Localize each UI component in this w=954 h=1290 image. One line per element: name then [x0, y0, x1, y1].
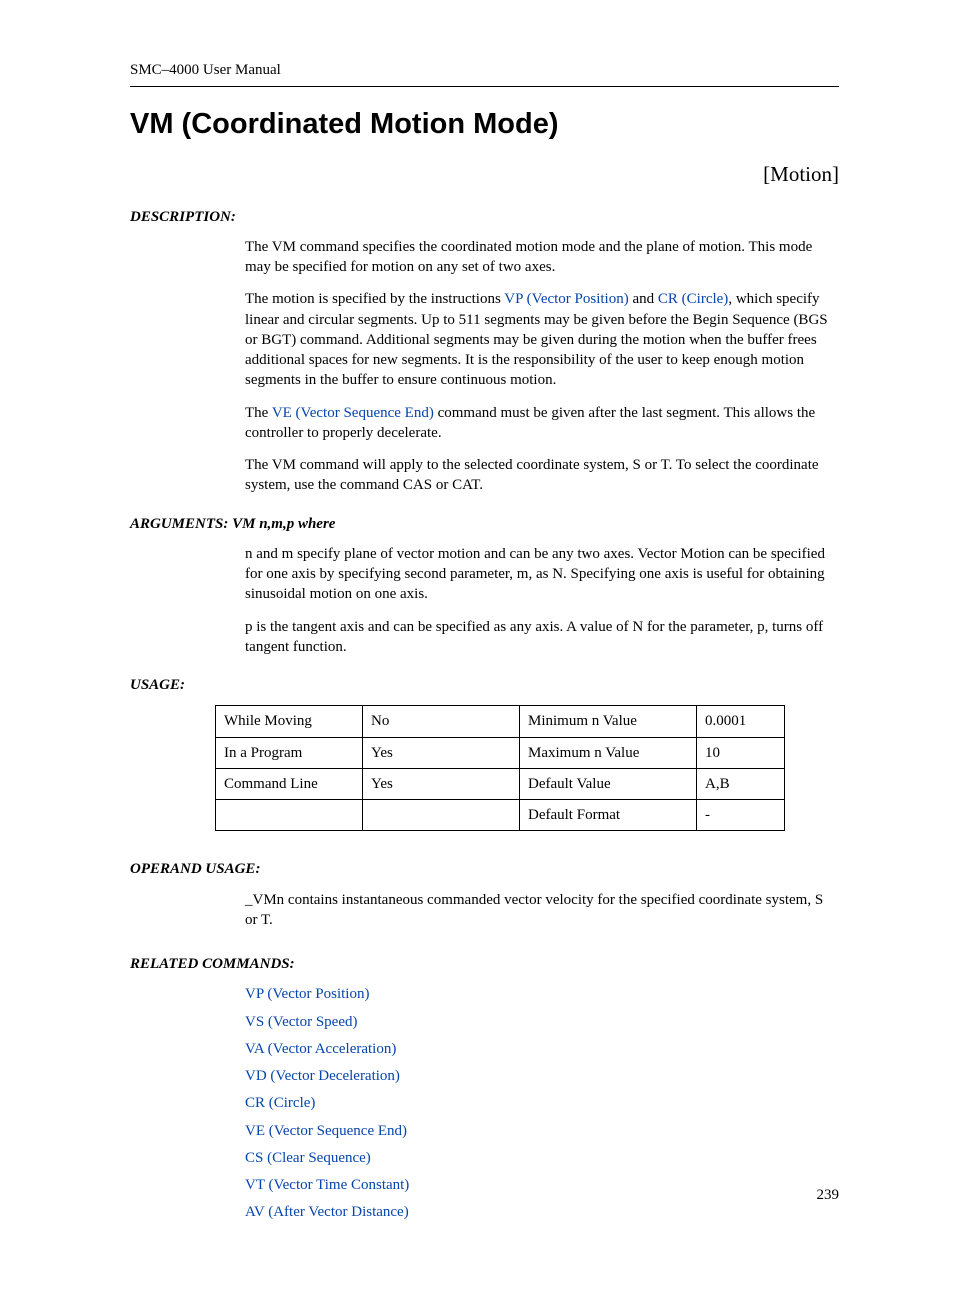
description-p2: The motion is specified by the instructi…	[245, 289, 839, 390]
table-row: In a Program Yes Maximum n Value 10	[216, 737, 785, 768]
table-cell: A,B	[697, 768, 785, 799]
link-av[interactable]: AV (After Vector Distance)	[245, 1204, 409, 1220]
page-title: VM (Coordinated Motion Mode)	[130, 105, 839, 144]
link-vp[interactable]: VP (Vector Position)	[245, 986, 369, 1002]
arguments-p2: p is the tangent axis and can be specifi…	[245, 617, 839, 658]
section-description-label: DESCRIPTION:	[130, 207, 839, 227]
header-rule	[130, 86, 839, 87]
link-cr[interactable]: CR (Circle)	[245, 1095, 315, 1111]
table-row: While Moving No Minimum n Value 0.0001	[216, 706, 785, 737]
link-vd[interactable]: VD (Vector Deceleration)	[245, 1068, 400, 1084]
link-va[interactable]: VA (Vector Acceleration)	[245, 1041, 396, 1057]
description-p1: The VM command specifies the coordinated…	[245, 237, 839, 278]
table-cell: In a Program	[216, 737, 363, 768]
link-vs[interactable]: VS (Vector Speed)	[245, 1014, 357, 1030]
table-cell: Yes	[363, 768, 520, 799]
link-ve-vector-sequence-end[interactable]: VE (Vector Sequence End)	[272, 405, 434, 421]
link-ve[interactable]: VE (Vector Sequence End)	[245, 1123, 407, 1139]
table-cell	[363, 800, 520, 831]
category-label: [Motion]	[130, 160, 839, 188]
section-related-label: RELATED COMMANDS:	[130, 954, 839, 974]
link-vp-vector-position[interactable]: VP (Vector Position)	[504, 291, 628, 307]
operand-block: _VMn contains instantaneous commanded ve…	[245, 890, 839, 931]
operand-p1: _VMn contains instantaneous commanded ve…	[245, 890, 839, 931]
link-cr-circle[interactable]: CR (Circle)	[658, 291, 728, 307]
table-cell: No	[363, 706, 520, 737]
table-row: Default Format -	[216, 800, 785, 831]
table-cell: -	[697, 800, 785, 831]
related-commands-list: VP (Vector Position) VS (Vector Speed) V…	[245, 984, 839, 1222]
table-cell: 0.0001	[697, 706, 785, 737]
text: and	[629, 291, 658, 307]
arguments-p1: n and m specify plane of vector motion a…	[245, 544, 839, 605]
page-number: 239	[817, 1185, 840, 1205]
table-cell: While Moving	[216, 706, 363, 737]
usage-table-wrap: While Moving No Minimum n Value 0.0001 I…	[215, 705, 839, 831]
running-header: SMC–4000 User Manual	[130, 60, 839, 80]
description-block: The VM command specifies the coordinated…	[245, 237, 839, 496]
table-cell	[216, 800, 363, 831]
description-p3: The VE (Vector Sequence End) command mus…	[245, 403, 839, 444]
link-cs[interactable]: CS (Clear Sequence)	[245, 1150, 371, 1166]
table-cell: Yes	[363, 737, 520, 768]
text: The motion is specified by the instructi…	[245, 291, 504, 307]
usage-table: While Moving No Minimum n Value 0.0001 I…	[215, 705, 785, 831]
arguments-block: n and m specify plane of vector motion a…	[245, 544, 839, 657]
table-cell: Command Line	[216, 768, 363, 799]
table-cell: Default Format	[520, 800, 697, 831]
link-vt[interactable]: VT (Vector Time Constant)	[245, 1177, 409, 1193]
section-usage-label: USAGE:	[130, 675, 839, 695]
section-arguments-label: ARGUMENTS: VM n,m,p where	[130, 514, 839, 534]
description-p4: The VM command will apply to the selecte…	[245, 455, 839, 496]
table-cell: Minimum n Value	[520, 706, 697, 737]
table-cell: Default Value	[520, 768, 697, 799]
table-cell: 10	[697, 737, 785, 768]
table-cell: Maximum n Value	[520, 737, 697, 768]
section-operand-label: OPERAND USAGE:	[130, 859, 839, 879]
text: The	[245, 405, 272, 421]
table-row: Command Line Yes Default Value A,B	[216, 768, 785, 799]
